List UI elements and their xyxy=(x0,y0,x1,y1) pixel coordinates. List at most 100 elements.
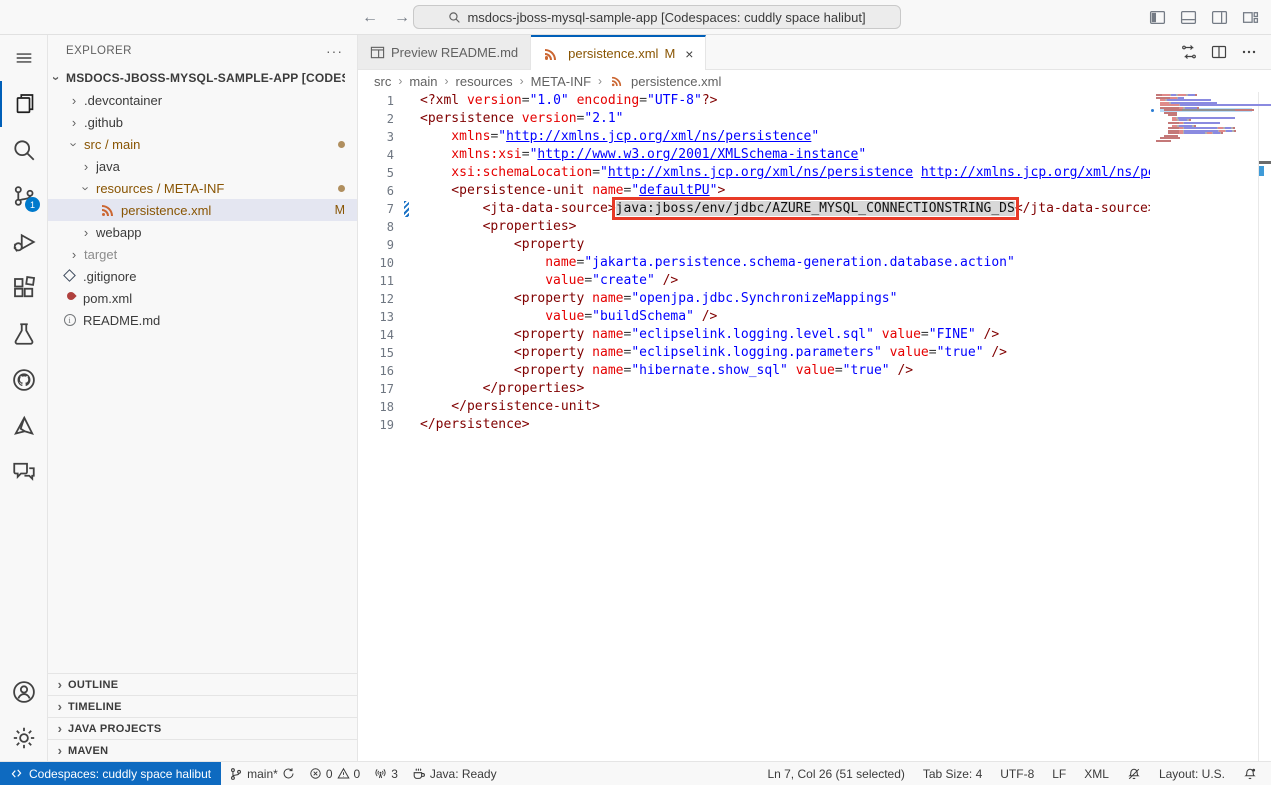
tree-item-persistence-xml[interactable]: persistence.xmlM xyxy=(48,199,357,221)
code-line[interactable]: 6<persistence-unit name="defaultPU"> xyxy=(358,182,1271,200)
tree-item-label: .devcontainer xyxy=(84,93,162,108)
status-encoding[interactable]: UTF-8 xyxy=(994,762,1040,785)
status-notifications[interactable] xyxy=(1237,762,1263,785)
line-number: 5 xyxy=(358,164,402,182)
split-editor-icon[interactable] xyxy=(1211,44,1227,60)
tree-item-readme-md[interactable]: README.md xyxy=(48,309,357,331)
breadcrumb-item[interactable]: src xyxy=(374,74,391,89)
code-line[interactable]: 9<property xyxy=(358,236,1271,254)
gutter-decoration xyxy=(402,254,412,272)
extensions-icon[interactable] xyxy=(0,265,47,311)
line-content: xmlns:xsi="http://www.w3.org/2001/XMLSch… xyxy=(412,146,866,164)
status-bell-slash[interactable] xyxy=(1121,762,1147,785)
run-debug-icon[interactable] xyxy=(0,219,47,265)
code-token: = xyxy=(522,93,530,108)
modified-line-indicator xyxy=(404,201,409,217)
toggle-secondary-sidebar-icon[interactable] xyxy=(1211,9,1228,26)
code-line[interactable]: 13value="buildSchema" /> xyxy=(358,308,1271,326)
status-eol[interactable]: LF xyxy=(1046,762,1072,785)
tab-persistence-xml[interactable]: persistence.xml M × xyxy=(531,35,706,70)
breadcrumb-item[interactable]: resources xyxy=(456,74,513,89)
overview-ruler[interactable] xyxy=(1258,92,1271,761)
gutter-decoration xyxy=(402,416,412,434)
tree-item-src-main[interactable]: src / main xyxy=(48,133,357,155)
code-token: /> xyxy=(663,273,679,288)
gutter-decoration xyxy=(402,344,412,362)
java-status[interactable]: Java: Ready xyxy=(406,762,503,785)
xml-icon xyxy=(610,74,624,88)
ports-status[interactable]: 3 xyxy=(368,762,404,785)
code-line[interactable]: 7<jta-data-source>java:jboss/env/jdbc/AZ… xyxy=(358,200,1271,218)
settings-gear-icon[interactable] xyxy=(0,715,47,761)
tree-item--devcontainer[interactable]: .devcontainer xyxy=(48,89,357,111)
code-token: version xyxy=(522,111,577,126)
code-line[interactable]: 4 xmlns:xsi="http://www.w3.org/2001/XMLSc… xyxy=(358,146,1271,164)
tree-item-target[interactable]: target xyxy=(48,243,357,265)
github-icon[interactable] xyxy=(0,357,47,403)
testing-icon[interactable] xyxy=(0,311,47,357)
code-editor[interactable]: 1<?xml version="1.0" encoding="UTF-8"?>2… xyxy=(358,92,1271,761)
code-token: <property xyxy=(514,363,592,378)
account-icon[interactable] xyxy=(0,669,47,715)
breadcrumb-file[interactable]: persistence.xml xyxy=(609,73,721,89)
code-line[interactable]: 15<property name="eclipselink.logging.pa… xyxy=(358,344,1271,362)
tree-item-java[interactable]: java xyxy=(48,155,357,177)
close-icon[interactable]: × xyxy=(685,46,693,62)
sidebar-section-outline[interactable]: OUTLINE xyxy=(48,673,357,695)
toggle-sidebar-icon[interactable] xyxy=(1149,9,1166,26)
code-line[interactable]: 12<property name="openjpa.jdbc.Synchroni… xyxy=(358,290,1271,308)
search-view-icon[interactable] xyxy=(0,127,47,173)
tree-root-item[interactable]: MSDOCS-JBOSS-MYSQL-SAMPLE-APP [CODESP... xyxy=(48,67,357,89)
line-content: xsi:schemaLocation="http://xmlns.jcp.org… xyxy=(412,164,1271,182)
comments-icon[interactable] xyxy=(0,449,47,495)
breadcrumb-item[interactable]: META-INF xyxy=(531,74,591,89)
remote-indicator[interactable]: Codespaces: cuddly space halibut xyxy=(0,762,221,785)
explorer-more-icon[interactable]: ··· xyxy=(326,43,343,59)
minimap[interactable] xyxy=(1150,92,1258,761)
chevron-right-icon xyxy=(52,743,68,759)
open-changes-icon[interactable] xyxy=(1181,44,1197,60)
status-language-mode[interactable]: XML xyxy=(1078,762,1115,785)
more-actions-icon[interactable] xyxy=(1241,44,1257,60)
tree-item-webapp[interactable]: webapp xyxy=(48,221,357,243)
code-line[interactable]: 11value="create" /> xyxy=(358,272,1271,290)
azure-icon[interactable] xyxy=(0,403,47,449)
sidebar-section-maven[interactable]: MAVEN xyxy=(48,739,357,761)
code-token: </persistence-unit> xyxy=(451,399,600,414)
code-line[interactable]: 19</persistence> xyxy=(358,416,1271,434)
command-center-search[interactable]: msdocs-jboss-mysql-sample-app [Codespace… xyxy=(413,5,901,29)
explorer-icon[interactable] xyxy=(0,81,47,127)
nav-back-icon[interactable]: ← xyxy=(362,9,378,27)
menu-icon[interactable] xyxy=(0,35,47,81)
code-line[interactable]: 3xmlns="http://xmlns.jcp.org/xml/ns/pers… xyxy=(358,128,1271,146)
breadcrumb-item[interactable]: main xyxy=(409,74,437,89)
tree-item--gitignore[interactable]: .gitignore xyxy=(48,265,357,287)
tab-preview-readme[interactable]: Preview README.md xyxy=(358,35,531,69)
sidebar-section-java-projects[interactable]: JAVA PROJECTS xyxy=(48,717,357,739)
code-line[interactable]: 5 xsi:schemaLocation="http://xmlns.jcp.or… xyxy=(358,164,1271,182)
code-line[interactable]: 1<?xml version="1.0" encoding="UTF-8"?> xyxy=(358,92,1271,110)
code-line[interactable]: 16<property name="hibernate.show_sql" va… xyxy=(358,362,1271,380)
tree-item-pom-xml[interactable]: pom.xml xyxy=(48,287,357,309)
nav-forward-icon[interactable]: → xyxy=(394,9,410,27)
code-line[interactable]: 18</persistence-unit> xyxy=(358,398,1271,416)
source-control-icon[interactable]: 1 xyxy=(0,173,47,219)
status-cursor-position[interactable]: Ln 7, Col 26 (51 selected) xyxy=(761,762,910,785)
sidebar-section-timeline[interactable]: TIMELINE xyxy=(48,695,357,717)
customize-layout-icon[interactable] xyxy=(1242,9,1259,26)
status-tab-size[interactable]: Tab Size: 4 xyxy=(917,762,988,785)
code-line[interactable]: 8<properties> xyxy=(358,218,1271,236)
tree-item-resources-meta-inf[interactable]: resources / META-INF xyxy=(48,177,357,199)
explorer-sidebar: EXPLORER ··· MSDOCS-JBOSS-MYSQL-SAMPLE-A… xyxy=(48,35,358,761)
code-line[interactable]: 17</properties> xyxy=(358,380,1271,398)
code-line[interactable]: 10name="jakarta.persistence.schema-gener… xyxy=(358,254,1271,272)
status-keyboard-layout[interactable]: Layout: U.S. xyxy=(1153,762,1231,785)
code-line[interactable]: 14<property name="eclipselink.logging.le… xyxy=(358,326,1271,344)
code-token: value xyxy=(545,309,584,324)
line-number: 4 xyxy=(358,146,402,164)
toggle-panel-icon[interactable] xyxy=(1180,9,1197,26)
code-line[interactable]: 2<persistence version="2.1" xyxy=(358,110,1271,128)
git-branch-status[interactable]: main* xyxy=(223,762,301,785)
problems-status[interactable]: 0 0 xyxy=(303,762,366,785)
tree-item--github[interactable]: .github xyxy=(48,111,357,133)
